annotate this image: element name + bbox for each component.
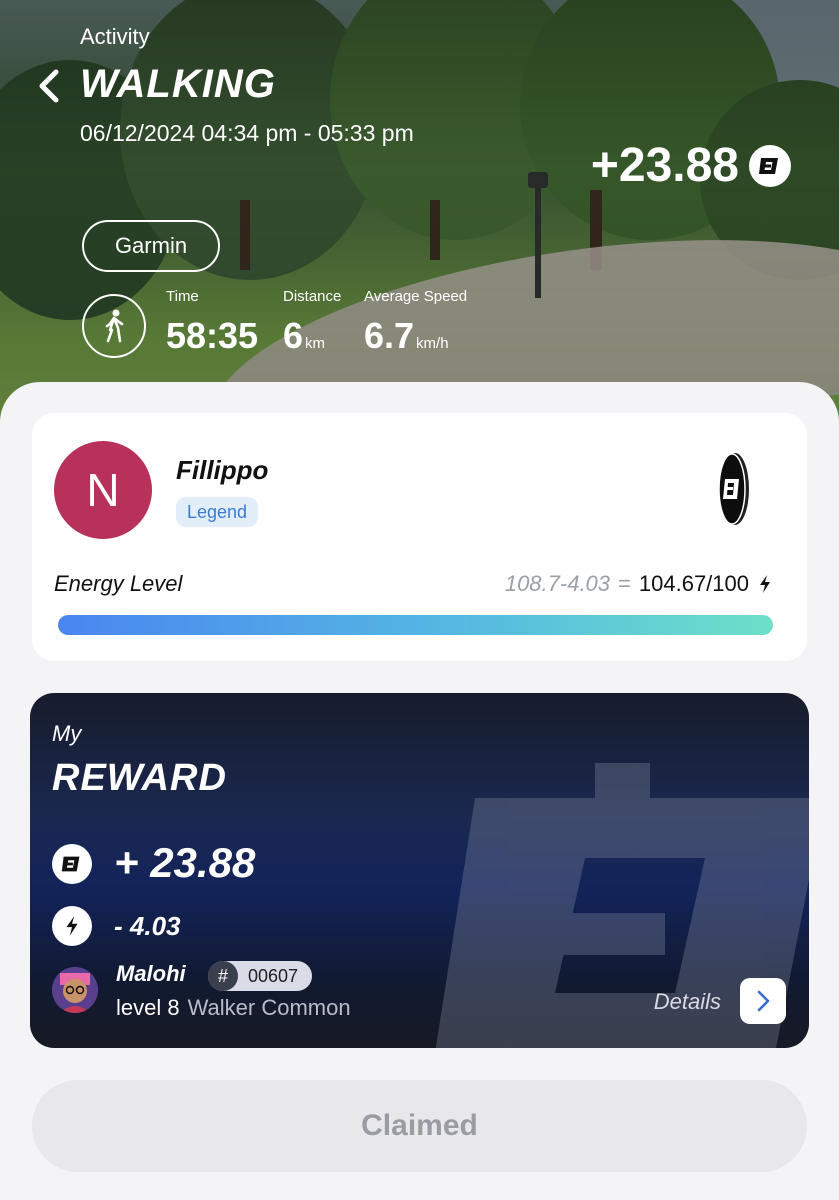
nft-name: Malohi — [116, 961, 186, 986]
reward-my-label: My — [52, 721, 82, 746]
nft-level-line: level 8 Walker Common — [116, 995, 351, 1021]
lightning-icon — [760, 575, 770, 593]
earned-reward: +23.88 — [591, 138, 791, 193]
coin-reward-amount: + 23.88 — [114, 839, 256, 886]
stat-unit: km — [305, 335, 326, 352]
back-button[interactable] — [34, 66, 64, 106]
energy-progress-fill — [58, 615, 773, 635]
activity-datetime: 06/12/2024 04:34 pm - 05:33 pm — [80, 120, 414, 146]
stat-average-speed: Average Speed 6.7 km/h — [364, 288, 467, 357]
stat-value: 58:35 — [166, 315, 259, 356]
energy-formula: 108.7-4.03 — [504, 571, 611, 596]
stat-value: 6 — [283, 315, 304, 356]
energy-result: 104.67/100 — [638, 571, 749, 596]
energy-calculation: 108.7-4.03 = 104.67/100 — [505, 571, 773, 597]
stat-label: Average Speed — [364, 288, 468, 305]
stat-unit: km/h — [416, 335, 449, 352]
stat-label: Distance — [283, 288, 342, 305]
hero-banner: Activity WALKING 06/12/2024 04:34 pm - 0… — [0, 0, 839, 420]
nft-id-number: 00607 — [248, 965, 299, 986]
details-label[interactable]: Details — [654, 989, 721, 1015]
rank-badge: Legend — [176, 497, 259, 527]
energy-equals: = — [618, 571, 631, 596]
page-title: WALKING — [80, 62, 276, 106]
stat-time: Time 58:35 — [166, 288, 258, 357]
lightning-icon — [52, 906, 92, 946]
profile-name: Fillippo — [176, 455, 269, 485]
section-label: Activity — [80, 24, 150, 49]
stat-distance: Distance 6 km — [283, 288, 341, 357]
energy-cost-amount: - 4.03 — [114, 911, 181, 941]
nft-level: level 8 — [116, 995, 180, 1020]
walking-icon — [82, 294, 146, 358]
coin-side-icon — [717, 451, 751, 532]
profile-card: N Fillippo Legend Energy Level 108.7-4.0… — [32, 413, 807, 661]
reward-card: My REWARD + 23.88 - 4.03 Malohi # 00607 … — [30, 693, 809, 1048]
energy-label: Energy Level — [54, 571, 183, 596]
coin-icon — [749, 144, 791, 187]
stat-label: Time — [166, 288, 199, 305]
claimed-button[interactable]: Claimed — [32, 1080, 807, 1172]
stat-value: 6.7 — [364, 315, 415, 356]
energy-progress-bar — [58, 615, 773, 635]
coin-icon — [52, 844, 92, 884]
nft-tier: Walker Common — [187, 995, 351, 1020]
nft-id-badge: # 00607 — [208, 961, 313, 991]
chevron-left-icon — [39, 69, 59, 103]
device-badge: Garmin — [82, 220, 220, 272]
hash-icon: # — [208, 961, 238, 991]
avatar: N — [54, 441, 152, 539]
nft-avatar — [52, 967, 98, 1013]
reward-title: REWARD — [52, 757, 227, 799]
earned-amount: +23.88 — [590, 139, 739, 192]
chevron-right-icon — [757, 990, 770, 1012]
details-button[interactable] — [740, 978, 786, 1024]
